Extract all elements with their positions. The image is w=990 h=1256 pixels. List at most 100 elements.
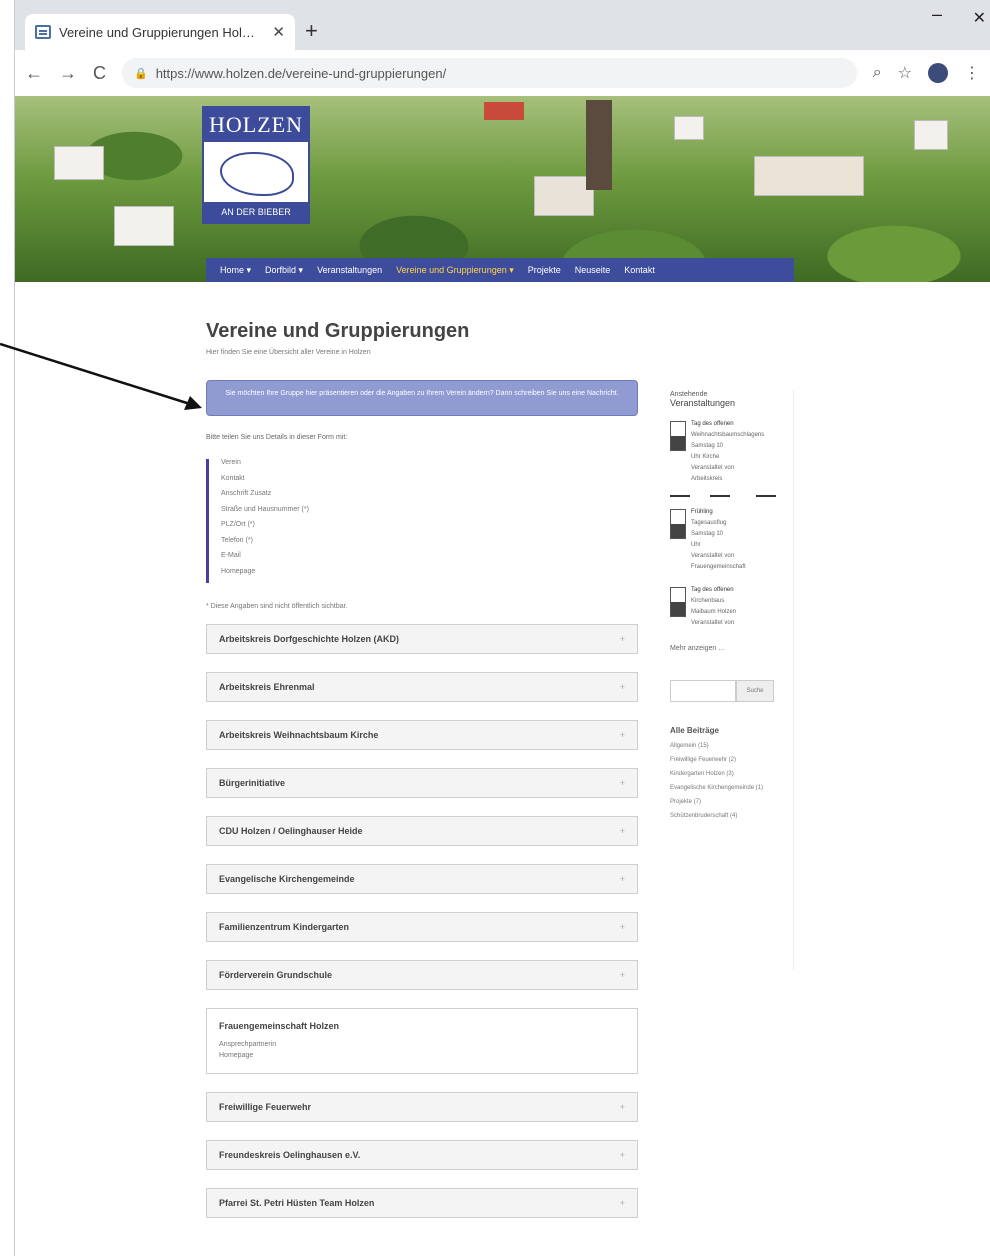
- accordion-title: Familienzentrum Kindergarten: [219, 922, 350, 932]
- expand-icon: +: [619, 922, 625, 932]
- category-link[interactable]: Schützenbruderschaft (4): [670, 813, 793, 819]
- reload-button[interactable]: C: [93, 63, 106, 84]
- expand-icon: +: [619, 826, 625, 836]
- back-button[interactable]: ←: [25, 63, 43, 84]
- event-title[interactable]: Frühling: [691, 509, 746, 520]
- page-title: Vereine und Gruppierungen: [206, 320, 470, 342]
- accordion-title: Arbeitskreis Weihnachtsbaum Kirche: [219, 730, 379, 740]
- expand-icon: +: [619, 1150, 625, 1160]
- main-content: Vereine und Gruppierungen Hier finden Si…: [206, 320, 646, 1236]
- form-field-item: Kontakt: [221, 474, 245, 482]
- category-link[interactable]: Kindergarten Holzen (3): [670, 771, 793, 777]
- expand-icon: +: [619, 874, 625, 884]
- expand-icon: +: [619, 970, 625, 980]
- nav-item-neuseite[interactable]: Neuseite: [575, 265, 611, 275]
- minimize-button[interactable]: –: [932, 4, 942, 25]
- event-line: Veranstaltet von: [691, 620, 735, 626]
- accordion-item[interactable]: Arbeitskreis Weihnachtsbaum Kirche +: [206, 720, 638, 750]
- new-tab-button[interactable]: +: [305, 18, 318, 44]
- house-image: [754, 156, 864, 196]
- form-field-item: Anschrift Zusatz: [221, 490, 272, 497]
- accordion-item[interactable]: Pfarrei St. Petri Hüsten Team Holzen +: [206, 1188, 638, 1218]
- accordion-title: Freiwillige Feuerwehr: [219, 1102, 312, 1112]
- accordion-item[interactable]: Arbeitskreis Ehrenmal +: [206, 672, 638, 702]
- accordion-title: Arbeitskreis Ehrenmal: [219, 682, 315, 692]
- nav-item-veranstaltungen[interactable]: Veranstaltungen: [317, 265, 382, 275]
- browser-tab[interactable]: Vereine und Gruppierungen Hol… ✕: [25, 14, 295, 50]
- form-field-list: Verein Kontakt Anschrift Zusatz Straße u…: [206, 459, 646, 583]
- search-button[interactable]: Suche: [736, 680, 774, 702]
- calendar-icon: [670, 587, 686, 617]
- event-line: Tagesausflug: [691, 520, 727, 526]
- url-text[interactable]: https://www.holzen.de/vereine-und-gruppi…: [156, 66, 447, 81]
- category-link[interactable]: Evangelische Kirchengemeinde (1): [670, 785, 793, 791]
- expand-icon: +: [619, 730, 625, 740]
- accordion-title: Bürgerinitiative: [219, 778, 286, 788]
- house-image: [114, 206, 174, 246]
- category-link[interactable]: Allgemein (15): [670, 743, 793, 749]
- more-events-link[interactable]: Mehr anzeigen …: [670, 645, 793, 652]
- house-image: [674, 116, 704, 140]
- nav-item-home[interactable]: Home ▾: [220, 265, 251, 276]
- accordion-item[interactable]: Arbeitskreis Dorfgeschichte Holzen (AKD)…: [206, 624, 638, 654]
- event-line: Veranstaltet von: [691, 465, 735, 471]
- contact-line: Ansprechpartnerin: [219, 1041, 277, 1048]
- roof-image: [484, 102, 524, 120]
- search-input[interactable]: [670, 680, 736, 702]
- nav-item-vereine[interactable]: Vereine und Gruppierungen ▾: [396, 265, 514, 276]
- calendar-icon: [670, 421, 686, 451]
- intro-text: Bitte teilen Sie uns Details in dieser F…: [206, 434, 348, 441]
- event-item[interactable]: Tag des offenen Kirchenbaus Maibaum Holz…: [670, 587, 793, 631]
- event-line: Veranstaltet von: [691, 553, 735, 559]
- event-line: Arbeitskreis: [691, 476, 723, 482]
- bookmark-star-icon[interactable]: ☆: [898, 63, 912, 83]
- event-line: Kirchenbaus: [691, 598, 725, 604]
- annotation-arrow-icon: [0, 342, 202, 410]
- accordion-title: Förderverein Grundschule: [219, 970, 333, 980]
- accordion-item[interactable]: Bürgerinitiative +: [206, 768, 638, 798]
- categories-heading: Alle Beiträge: [670, 726, 719, 735]
- nav-item-dorfbild[interactable]: Dorfbild ▾: [265, 265, 303, 276]
- form-field-item: E-Mail: [221, 552, 241, 559]
- category-link[interactable]: Freiwillige Feuerwehr (2): [670, 757, 793, 763]
- logo-title: HOLZEN: [204, 108, 308, 142]
- site-logo[interactable]: HOLZEN AN DER BIEBER: [202, 106, 310, 224]
- house-image: [54, 146, 104, 180]
- lock-icon: 🔒: [134, 67, 148, 80]
- form-field-item: Telefon (*): [221, 536, 253, 544]
- event-title[interactable]: Tag des offenen: [691, 421, 764, 432]
- accordion-item[interactable]: Freiwillige Feuerwehr +: [206, 1092, 638, 1122]
- page-subtitle: Hier finden Sie eine Übersicht aller Ver…: [206, 349, 371, 356]
- category-link[interactable]: Projekte (7): [670, 799, 793, 805]
- forward-button[interactable]: →: [59, 63, 77, 84]
- form-field-item: PLZ/Ort (*): [221, 521, 255, 528]
- expand-icon: +: [619, 1102, 625, 1112]
- event-line: Frauengemeinschaft: [691, 564, 746, 570]
- accordion-item[interactable]: Freundeskreis Oelinghausen e.V. +: [206, 1140, 638, 1170]
- tab-close-icon[interactable]: ✕: [272, 23, 285, 41]
- profile-avatar[interactable]: [928, 63, 948, 83]
- accordion-item[interactable]: Evangelische Kirchengemeinde +: [206, 864, 638, 894]
- zoom-icon[interactable]: ⌕: [873, 64, 882, 82]
- event-line: Samstag 10: [691, 531, 724, 537]
- expand-icon: +: [619, 778, 625, 788]
- homepage-link[interactable]: Homepage: [219, 1052, 625, 1063]
- event-line: Weihnachtsbaumschlagens: [691, 432, 765, 438]
- browser-menu-icon[interactable]: ⋮: [964, 63, 980, 83]
- accordion-item[interactable]: Familienzentrum Kindergarten +: [206, 912, 638, 942]
- address-bar[interactable]: 🔒 https://www.holzen.de/vereine-und-grup…: [122, 58, 857, 88]
- event-item[interactable]: Tag des offenen Weihnachtsbaumschlagens …: [670, 421, 793, 487]
- footnote: * Diese Angaben sind nicht öffentlich si…: [206, 603, 348, 610]
- calendar-icon: [670, 509, 686, 539]
- event-item[interactable]: Frühling Tagesausflug Samstag 10 Uhr Ver…: [670, 509, 793, 575]
- window-close-button[interactable]: ✕: [973, 8, 986, 28]
- accordion-item[interactable]: CDU Holzen / Oelinghauser Heide +: [206, 816, 638, 846]
- event-title[interactable]: Tag des offenen: [691, 587, 736, 598]
- browser-chrome: Vereine und Gruppierungen Hol… ✕ + – ✕ ←…: [14, 0, 990, 96]
- accordion-item[interactable]: Förderverein Grundschule +: [206, 960, 638, 990]
- main-navigation: Home ▾ Dorfbild ▾ Veranstaltungen Verein…: [206, 258, 794, 282]
- nav-item-kontakt[interactable]: Kontakt: [624, 265, 655, 275]
- accordion-title: Arbeitskreis Dorfgeschichte Holzen (AKD): [219, 634, 400, 644]
- nav-item-projekte[interactable]: Projekte: [528, 265, 561, 275]
- accordion-item-expanded[interactable]: Frauengemeinschaft Holzen Ansprechpartne…: [206, 1008, 638, 1074]
